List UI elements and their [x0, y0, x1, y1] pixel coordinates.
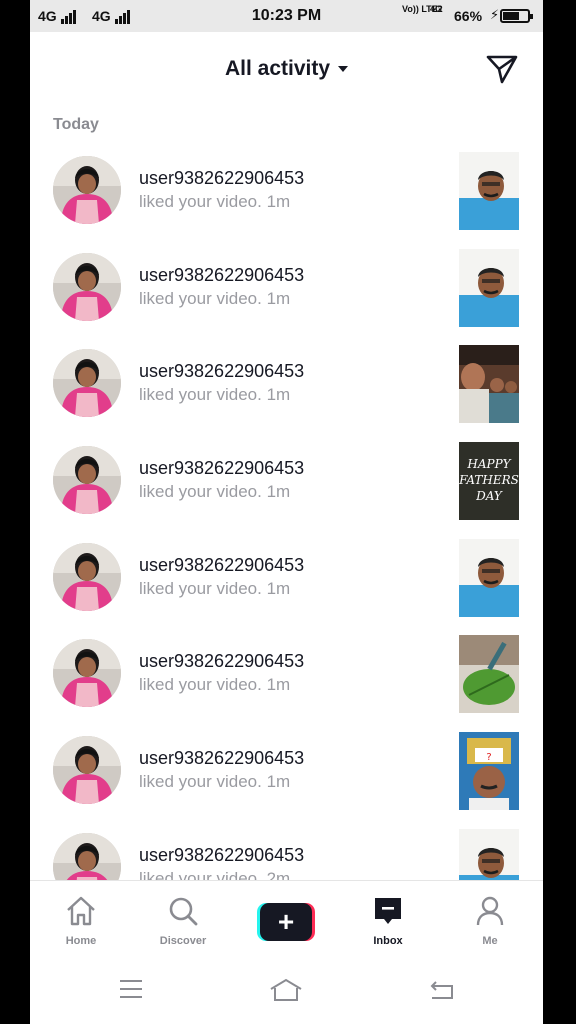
notification-time: 1m [266, 482, 291, 502]
avatar[interactable] [53, 639, 121, 708]
avatar[interactable] [53, 832, 121, 880]
tab-me-label: Me [482, 935, 498, 947]
notification-action: liked your video. [139, 288, 262, 308]
tab-inbox[interactable]: Inbox [337, 881, 439, 957]
home-icon [67, 896, 95, 926]
fathers-day-card-text: HAPPY FATHERS DAY [459, 442, 519, 521]
tab-home-label: Home [65, 935, 97, 947]
video-thumbnail[interactable]: HAPPY FATHERS DAY [459, 442, 519, 521]
notification-username[interactable]: user9382622906453 [139, 458, 304, 479]
video-thumbnail[interactable] [459, 828, 519, 880]
avatar[interactable] [53, 542, 121, 611]
section-label-today: Today [53, 116, 99, 133]
notification-text: liked your video. 1m [139, 482, 290, 502]
video-thumbnail[interactable] [459, 635, 519, 714]
create-button[interactable]: + [257, 903, 315, 941]
notification-time: 1m [266, 385, 291, 405]
avatar[interactable] [53, 446, 121, 515]
avatar[interactable] [53, 156, 121, 224]
notification-text: liked your video. 1m [139, 385, 290, 405]
notification-row[interactable]: user9382622906453 liked your video. 1m H… [30, 432, 543, 529]
notification-username[interactable]: user9382622906453 [139, 265, 304, 286]
back-icon[interactable] [428, 978, 456, 1000]
notification-username[interactable]: user9382622906453 [139, 168, 304, 189]
notification-text: liked your video. 1m [139, 675, 290, 695]
video-thumbnail[interactable] [459, 345, 519, 424]
tab-home[interactable]: Home [30, 881, 132, 957]
notification-time: 1m [266, 578, 291, 598]
notification-action: liked your video. [139, 385, 262, 405]
video-thumbnail[interactable] [459, 248, 519, 327]
notification-username[interactable]: user9382622906453 [139, 651, 304, 672]
activity-header: All activity [30, 32, 543, 108]
network-indicator: 4G [430, 4, 443, 14]
notification-time: 1m [266, 192, 291, 211]
notification-time: 1m [266, 288, 291, 308]
plus-icon: + [260, 903, 312, 941]
battery-percent: 66% [454, 8, 483, 24]
notification-row[interactable]: user9382622906453 liked your video. 1m [30, 142, 543, 239]
notification-text: liked your video. 2m [139, 869, 290, 880]
activity-filter-dropdown[interactable]: All activity [30, 57, 543, 81]
notification-username[interactable]: user9382622906453 [139, 845, 304, 866]
notification-username[interactable]: user9382622906453 [139, 361, 304, 382]
tab-me[interactable]: Me [439, 881, 541, 957]
search-icon [169, 897, 198, 926]
notification-action: liked your video. [139, 192, 262, 211]
app-screen: 4G 4G 10:23 PM Vo)) LTE2 4G 66% ⚡ All ac… [30, 0, 543, 1024]
bottom-tab-bar: Home Discover + Inbox Me [30, 880, 543, 956]
profile-icon [476, 896, 504, 926]
notification-username[interactable]: user9382622906453 [139, 555, 304, 576]
system-navigation-bar [30, 956, 543, 1024]
video-thumbnail[interactable] [459, 152, 519, 230]
caret-down-icon [338, 66, 349, 73]
tab-discover-label: Discover [159, 935, 207, 947]
notification-row[interactable]: user9382622906453 liked your video. 1m [30, 239, 543, 336]
notification-list: user9382622906453 liked your video. 1m u… [30, 142, 543, 880]
notification-text: liked your video. 1m [139, 289, 290, 309]
notification-action: liked your video. [139, 772, 262, 792]
notification-time: 2m [266, 868, 291, 880]
inbox-icon [375, 898, 401, 924]
status-bar: 4G 4G 10:23 PM Vo)) LTE2 4G 66% ⚡ [30, 0, 543, 32]
notification-username[interactable]: user9382622906453 [139, 748, 304, 769]
tab-discover[interactable]: Discover [132, 881, 234, 957]
notification-row[interactable]: user9382622906453 liked your video. 1m [30, 529, 543, 626]
notification-text: liked your video. 1m [139, 772, 290, 792]
video-thumbnail[interactable] [459, 538, 519, 617]
charging-icon: ⚡ [490, 7, 500, 22]
avatar[interactable] [53, 252, 121, 321]
paper-plane-icon[interactable] [485, 54, 519, 84]
avatar[interactable] [53, 736, 121, 805]
svg-text:?: ? [486, 752, 491, 763]
tab-inbox-label: Inbox [373, 935, 403, 947]
notification-text: liked your video. 1m [139, 579, 290, 599]
avatar[interactable] [53, 349, 121, 418]
video-thumbnail[interactable]: ? [459, 732, 519, 811]
home-outline-icon[interactable] [268, 978, 304, 1002]
notification-time: 1m [266, 772, 291, 792]
notification-time: 1m [266, 675, 291, 695]
notification-row[interactable]: user9382622906453 liked your video. 2m [30, 819, 543, 880]
notification-action: liked your video. [139, 578, 262, 598]
notification-row[interactable]: user9382622906453 liked your video. 1m ? [30, 722, 543, 819]
notification-action: liked your video. [139, 675, 262, 695]
notification-text: liked your video. 1m [139, 192, 290, 212]
notification-row[interactable]: user9382622906453 liked your video. 1m [30, 625, 543, 722]
notification-row[interactable]: user9382622906453 liked your video. 1m [30, 335, 543, 432]
notification-action: liked your video. [139, 868, 262, 880]
notification-action: liked your video. [139, 482, 262, 502]
page-title: All activity [224, 57, 331, 80]
menu-icon[interactable] [118, 978, 144, 1000]
battery-icon [500, 9, 533, 23]
